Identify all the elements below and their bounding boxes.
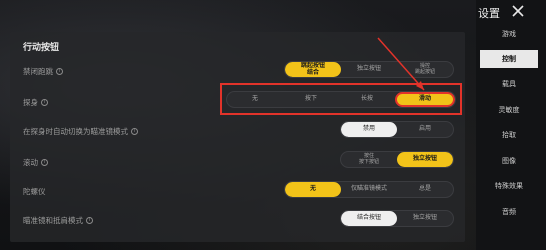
- sidebar-item-effects[interactable]: 特殊效果: [480, 177, 538, 195]
- sidebar-item-game[interactable]: 游戏: [480, 25, 538, 43]
- sidebar-item-pickup[interactable]: 拾取: [480, 126, 538, 144]
- close-icon[interactable]: [512, 5, 524, 17]
- annotation-arrow: [377, 37, 425, 91]
- page-title: 设置: [478, 7, 500, 20]
- sidebar-item-graphics[interactable]: 图像: [480, 152, 538, 170]
- sidebar-item-controls[interactable]: 控制: [480, 50, 538, 68]
- sidebar-item-audio[interactable]: 音频: [480, 203, 538, 221]
- sidebar-item-vehicle[interactable]: 载具: [480, 75, 538, 93]
- sidebar-item-sensitivity[interactable]: 灵敏度: [480, 101, 538, 119]
